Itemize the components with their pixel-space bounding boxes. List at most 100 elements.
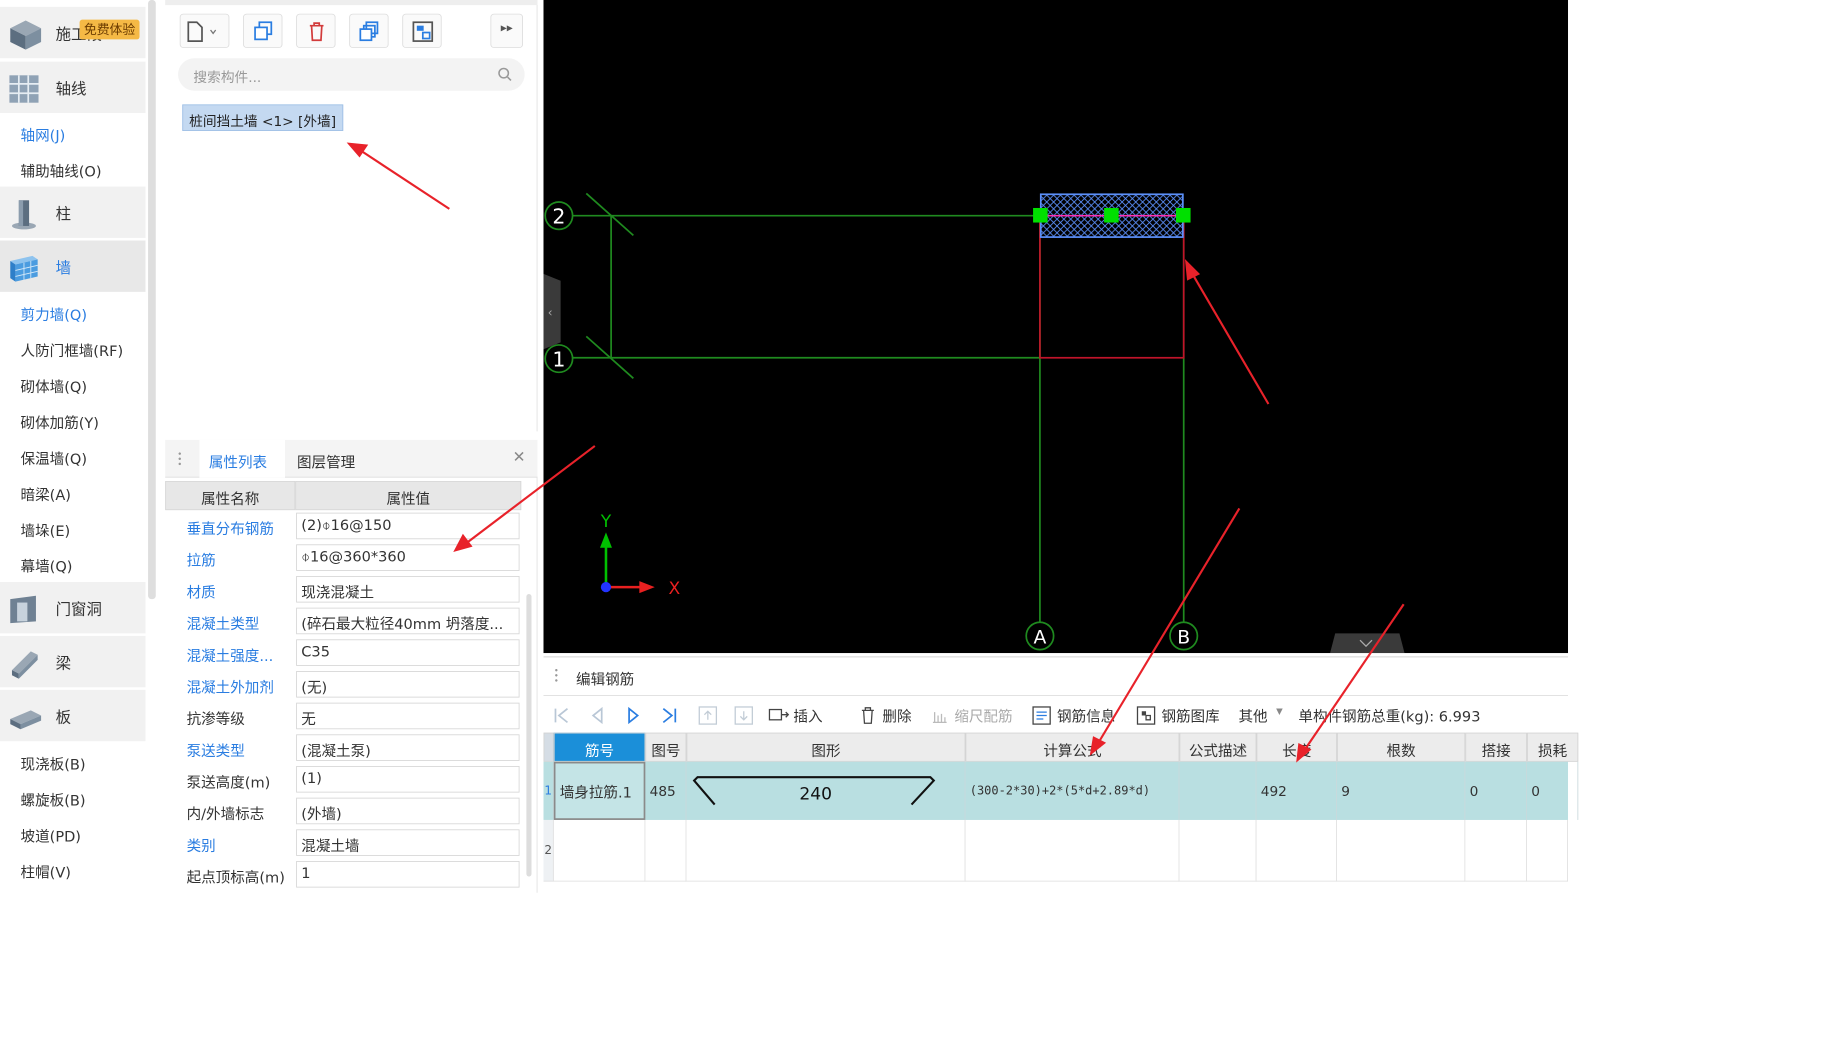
copy-component-button[interactable] [243,13,283,48]
nav-item-axis-grid[interactable]: 轴网(J) [21,123,66,145]
other-menu-button[interactable]: 其他 [1238,704,1267,726]
rebar-info-button[interactable]: 钢筋信息 [1057,704,1115,726]
prop-value-concrete-strength[interactable]: C35 [296,639,520,666]
nav-item-shear-wall[interactable]: 剪力墙(Q) [21,303,87,324]
col-header-loss[interactable]: 损耗 [1526,732,1579,762]
cell-length[interactable]: 492 [1256,761,1337,820]
move-up-icon[interactable] [698,705,719,726]
cell-count[interactable]: 9 [1337,761,1466,820]
cell-lap[interactable]: 0 [1465,761,1527,820]
nav-item-hidden-beam[interactable]: 暗梁(A) [21,483,71,504]
delete-button[interactable]: 删除 [882,704,911,726]
last-record-icon[interactable] [660,705,679,726]
property-scrollbar[interactable] [526,593,532,877]
search-input[interactable]: 搜索构件... [193,66,261,87]
new-component-button[interactable] [179,13,230,48]
empty-cell[interactable] [645,819,687,882]
prop-value-pump-type[interactable]: (混凝土泵) [296,734,520,761]
prop-value-pump-height[interactable]: (1) [296,766,520,793]
prop-value-category[interactable]: 混凝土墙 [296,829,520,856]
cell-loss[interactable]: 0 [1527,761,1579,820]
rebar-library-button[interactable]: 钢筋图库 [1161,704,1219,726]
component-search[interactable]: 搜索构件... [178,58,525,91]
trash-icon [309,22,324,42]
nav-cat-door-window[interactable]: 门窗洞 [0,582,146,634]
drag-handle-icon[interactable] [553,667,559,684]
empty-cell[interactable] [1336,819,1466,882]
prop-value-inner-outer-wall[interactable]: (外墙) [296,797,520,825]
empty-cell[interactable] [1526,819,1569,882]
col-header-rebar-no[interactable]: 筋号 [553,732,646,762]
drag-handle-icon[interactable] [177,451,183,467]
panel-top-strip [165,0,538,6]
component-list-item[interactable]: 桩间挡土墙 <1> [外墙] [182,104,343,131]
prev-record-icon[interactable] [588,705,607,726]
col-header-length[interactable]: 长度 [1256,732,1337,762]
empty-cell[interactable] [965,819,1180,882]
prop-value-concrete-admixture[interactable]: (无) [296,671,520,698]
rebar-shape-dimension: 240 [799,784,832,804]
prop-name-vertical-rebar: 垂直分布钢筋 [186,521,274,539]
more-tools-button[interactable]: ▸▸ [490,13,523,48]
cell-shape[interactable]: 240 [686,761,966,820]
close-icon[interactable]: ✕ [513,448,526,466]
nav-item-column-cap[interactable]: 柱帽(V) [21,860,71,881]
nav-item-aux-axis[interactable]: 辅助轴线(O) [21,159,102,180]
col-header-shape[interactable]: 图形 [686,732,966,762]
tab-layer-management[interactable]: 图层管理 [297,450,355,471]
nav-item-wall-buttress[interactable]: 墙垛(E) [21,519,71,540]
nav-item-ramp[interactable]: 坡道(PD) [21,824,81,846]
nav-cat-slab[interactable]: 板 [0,689,146,742]
empty-cell[interactable] [1179,819,1257,882]
duplicate-component-button[interactable] [349,13,389,48]
prop-value-start-top-elevation[interactable]: 1 [296,861,520,888]
prop-value-concrete-type[interactable]: (碎石最大粒径40mm 坍落度... [296,607,520,635]
nav-cat-construction-segment[interactable]: 施工段 免费体验 [0,6,146,59]
nav-item-masonry-wall[interactable]: 砌体墙(Q) [21,375,87,396]
nav-item-masonry-reinforcement[interactable]: 砌体加筋(Y) [21,411,99,432]
free-trial-badge[interactable]: 免费体验 [79,19,140,40]
scale-rebar-button[interactable]: 缩尺配筋 [954,704,1012,726]
nav-item-civil-defense-wall[interactable]: 人防门框墙(RF) [21,339,124,360]
prop-value-impermeability[interactable]: 无 [296,702,520,730]
col-header-count[interactable]: 根数 [1336,732,1466,762]
col-header-fig-no[interactable]: 图号 [645,732,687,762]
prop-name-concrete-type: 混凝土类型 [186,616,260,634]
total-weight-label: 单构件钢筋总重(kg): 6.993 [1298,708,1481,726]
nav-cat-wall[interactable]: 墙 [0,240,146,292]
ucs-x-label: X [668,579,680,599]
ucs-origin [600,582,612,593]
empty-cell[interactable] [686,819,966,882]
cell-fig-no[interactable]: 485 [645,761,687,820]
empty-cell[interactable] [1256,819,1337,882]
empty-cell[interactable] [1465,819,1527,882]
nav-item-curtain-wall[interactable]: 幕墙(Q) [21,555,73,576]
next-record-icon[interactable] [624,705,643,726]
drawing-canvas[interactable]: 2 1 A B Y X ‹ [543,0,1569,654]
nav-item-spiral-slab[interactable]: 螺旋板(B) [21,788,86,810]
chevron-left-icon: ‹ [548,306,553,320]
prop-value-tie-bar[interactable]: ⌽16@360*360 [296,544,520,571]
cell-description[interactable] [1179,761,1257,820]
prop-value-material[interactable]: 现浇混凝土 [296,576,520,603]
nav-scrollbar[interactable] [148,0,156,600]
cell-formula[interactable]: (300-2*30)+2*(5*d+2.89*d) [965,761,1180,820]
delete-component-button[interactable] [296,13,336,48]
nav-cat-column[interactable]: 柱 [0,186,146,238]
nav-item-cast-slab[interactable]: 现浇板(B) [21,752,86,774]
cell-rebar-no[interactable]: 墙身拉筋.1 [553,761,646,820]
search-icon[interactable] [497,67,512,82]
move-down-icon[interactable] [734,705,755,726]
nav-item-insulation-wall[interactable]: 保温墙(Q) [21,447,87,468]
insert-button[interactable]: 插入 [793,704,822,726]
col-header-formula[interactable]: 计算公式 [965,732,1180,762]
tab-property-list[interactable]: 属性列表 [209,450,267,471]
col-header-lap[interactable]: 搭接 [1465,732,1527,762]
empty-cell[interactable] [553,819,646,882]
nav-cat-beam[interactable]: 梁 [0,635,146,688]
nav-cat-axis[interactable]: 轴线 [0,61,146,113]
first-record-icon[interactable] [552,705,571,726]
prop-value-vertical-rebar[interactable]: (2)⌽16@150 [296,512,520,540]
col-header-description[interactable]: 公式描述 [1179,732,1257,762]
component-library-button[interactable] [402,13,442,48]
